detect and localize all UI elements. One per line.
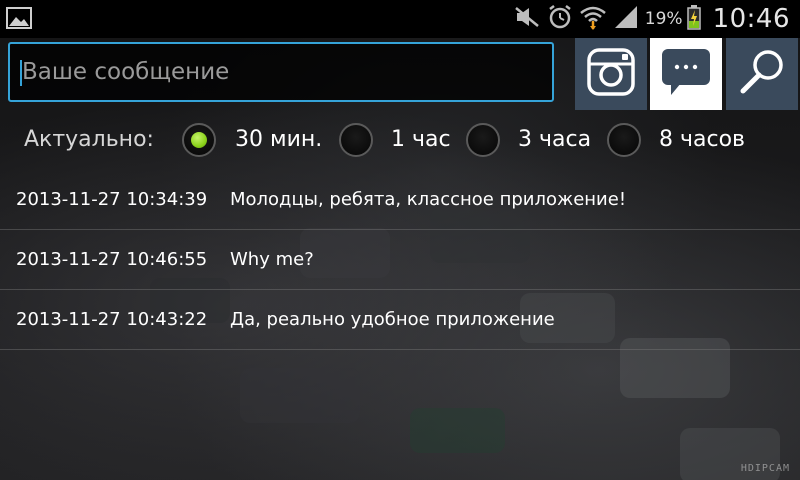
message-row[interactable]: 2013-11-27 10:34:39 Молодцы, ребята, кла… [0, 170, 800, 230]
radio-label-1-hour: 1 час [391, 127, 451, 152]
message-text: Молодцы, ребята, классное приложение! [230, 189, 627, 210]
camera-button[interactable] [575, 38, 647, 110]
chat-bubble-icon [659, 45, 713, 103]
message-timestamp: 2013-11-27 10:34:39 [16, 189, 208, 210]
background-car [410, 408, 505, 453]
search-button[interactable] [726, 38, 798, 110]
battery-percent: 19% [644, 9, 683, 29]
screen: 19% 10:46 Ваше сообщение Актуально: 30 м… [0, 0, 800, 480]
radio-30-min[interactable] [182, 123, 216, 157]
alarm-icon [547, 4, 573, 34]
radio-8-hours[interactable] [607, 123, 641, 157]
signal-icon [613, 5, 639, 33]
search-icon [735, 45, 789, 103]
radio-1-hour[interactable] [339, 123, 373, 157]
radio-label-3-hours: 3 часа [518, 127, 592, 152]
message-text: Why me? [230, 249, 314, 270]
radio-label-8-hours: 8 часов [659, 127, 745, 152]
text-cursor [20, 60, 22, 86]
battery-charging-icon [686, 4, 701, 34]
message-text: Да, реально удобное приложение [230, 309, 555, 330]
relevance-filter: Актуально: 30 мин. 1 час 3 часа 8 часов [0, 119, 800, 163]
message-row[interactable]: 2013-11-27 10:43:22 Да, реально удобное … [0, 290, 800, 350]
radio-label-30-min: 30 мин. [235, 127, 323, 152]
message-timestamp: 2013-11-27 10:46:55 [16, 249, 208, 270]
radio-selected-dot [191, 132, 207, 148]
messages-button[interactable] [650, 38, 722, 110]
gallery-icon [6, 7, 32, 29]
background-car [240, 368, 360, 423]
wifi-icon [579, 4, 607, 34]
message-timestamp: 2013-11-27 10:43:22 [16, 309, 208, 330]
camera-icon [586, 47, 636, 101]
message-row[interactable]: 2013-11-27 10:46:55 Why me? [0, 230, 800, 290]
relevance-label: Актуально: [24, 127, 154, 152]
mute-icon [513, 5, 541, 33]
clock-time: 10:46 [712, 4, 790, 34]
status-bar: 19% 10:46 [0, 0, 800, 38]
message-list: 2013-11-27 10:34:39 Молодцы, ребята, кла… [0, 170, 800, 350]
message-input[interactable] [8, 42, 554, 102]
status-icons: 19% 10:46 [513, 0, 800, 38]
radio-3-hours[interactable] [466, 123, 500, 157]
camera-watermark: HDIPCAM [740, 463, 790, 474]
